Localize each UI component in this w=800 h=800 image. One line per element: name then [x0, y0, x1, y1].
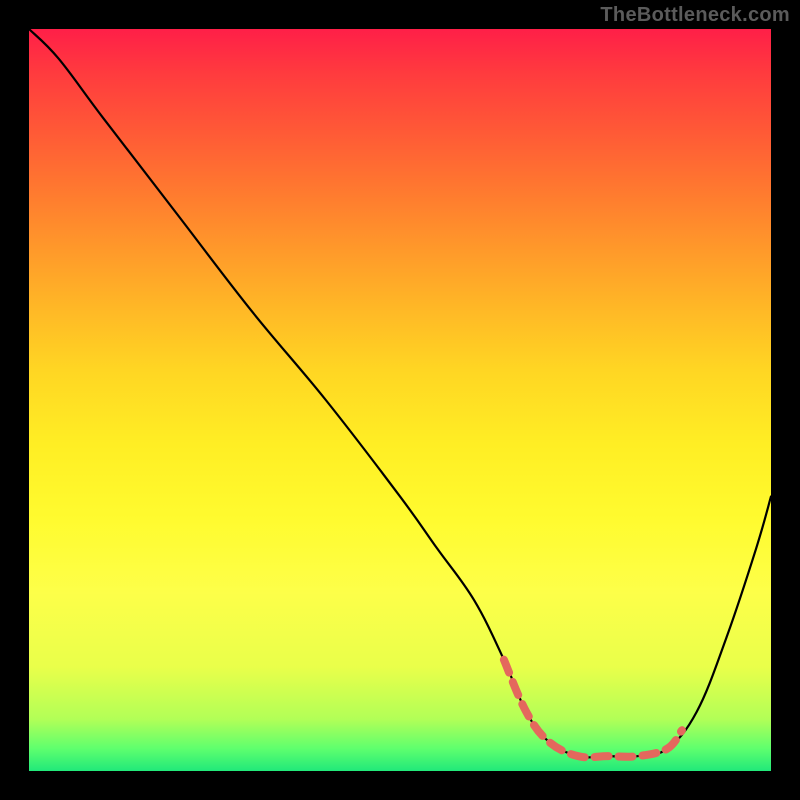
bottleneck-curve — [29, 29, 771, 757]
watermark-label: TheBottleneck.com — [600, 4, 790, 27]
chart-stage: TheBottleneck.com — [0, 0, 800, 800]
optimal-range-highlight — [504, 660, 682, 758]
chart-svg — [29, 29, 771, 771]
